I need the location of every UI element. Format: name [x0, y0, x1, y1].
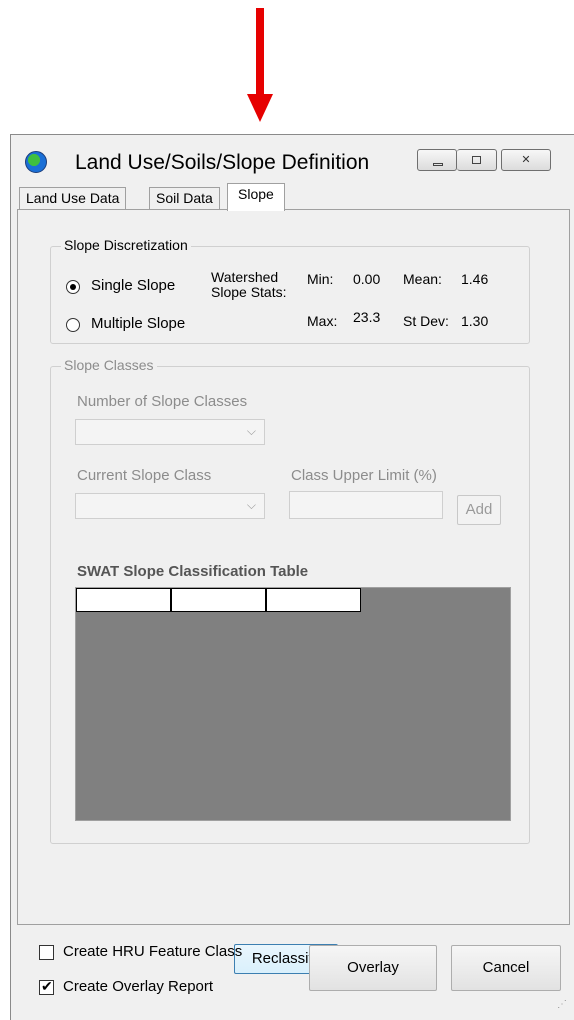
resize-grip-icon[interactable]: ⋰ — [557, 999, 567, 1010]
table-title: SWAT Slope Classification Table — [77, 563, 309, 580]
tab-soil-data[interactable]: Soil Data — [149, 187, 220, 209]
red-arrow-head — [247, 94, 273, 122]
single-slope-radio[interactable] — [66, 280, 80, 294]
number-of-slope-classes-combo[interactable]: ⌵ — [75, 419, 265, 445]
chevron-down-icon: ⌵ — [246, 498, 256, 512]
create-report-checkbox[interactable]: ✔ — [39, 978, 54, 995]
window-title: Land Use/Soils/Slope Definition — [75, 151, 370, 174]
class-upper-limit-input[interactable] — [289, 491, 443, 519]
stdev-value: 1.30 — [461, 313, 489, 329]
slope-discretization-group: Slope Discretization Single Slope Multip… — [50, 237, 530, 344]
red-arrow-shaft — [256, 8, 264, 96]
min-value: 0.00 — [353, 271, 381, 287]
checkmark-icon: ✔ — [41, 978, 53, 994]
slope-classes-group: Slope Classes Number of Slope Classes ⌵ … — [50, 357, 530, 844]
title-bar[interactable]: Land Use/Soils/Slope Definition ✕ — [11, 135, 574, 187]
stdev-label: St Dev: — [403, 313, 449, 329]
overlay-button[interactable]: Overlay — [309, 945, 437, 991]
stats-label-line1: Watershed — [211, 269, 279, 285]
close-icon: ✕ — [521, 154, 531, 166]
create-hru-checkbox[interactable] — [39, 945, 54, 960]
dialog-window: Land Use/Soils/Slope Definition ✕ Land U… — [10, 134, 574, 1020]
minimize-icon — [433, 163, 443, 166]
class-upper-limit-label: Class Upper Limit (%) — [291, 467, 437, 484]
multiple-slope-radio[interactable] — [66, 318, 80, 332]
stats-label-line2: Slope Stats: — [211, 284, 287, 300]
globe-icon — [25, 151, 47, 173]
slope-classes-legend: Slope Classes — [61, 357, 157, 373]
number-of-slope-classes-label: Number of Slope Classes — [77, 393, 248, 410]
tab-land-use-data[interactable]: Land Use Data — [19, 187, 127, 209]
table-column-header[interactable] — [266, 588, 361, 612]
mean-label: Mean: — [403, 271, 442, 287]
mean-value: 1.46 — [461, 271, 489, 287]
table-column-header[interactable] — [76, 588, 171, 612]
multiple-slope-label[interactable]: Multiple Slope — [91, 315, 185, 332]
max-value: 23.3 — [353, 309, 381, 325]
create-hru-label[interactable]: Create HRU Feature Class — [63, 943, 242, 960]
min-label: Min: — [307, 271, 334, 287]
current-slope-class-combo[interactable]: ⌵ — [75, 493, 265, 519]
minimize-button[interactable] — [417, 149, 457, 171]
tab-slope[interactable]: Slope — [227, 183, 285, 211]
maximize-button[interactable] — [457, 149, 497, 171]
close-button[interactable]: ✕ — [501, 149, 551, 171]
slope-tab-panel: Slope Discretization Single Slope Multip… — [17, 209, 570, 974]
max-label: Max: — [307, 313, 338, 329]
table-column-header[interactable] — [171, 588, 266, 612]
add-button[interactable]: Add — [457, 495, 501, 525]
slope-classification-table[interactable] — [75, 587, 511, 821]
maximize-icon — [472, 156, 481, 164]
create-report-label[interactable]: Create Overlay Report — [63, 978, 213, 995]
current-slope-class-label: Current Slope Class — [77, 467, 212, 484]
single-slope-label[interactable]: Single Slope — [91, 277, 175, 294]
slope-discretization-legend: Slope Discretization — [61, 237, 191, 253]
cancel-button[interactable]: Cancel — [451, 945, 561, 991]
chevron-down-icon: ⌵ — [246, 424, 256, 438]
